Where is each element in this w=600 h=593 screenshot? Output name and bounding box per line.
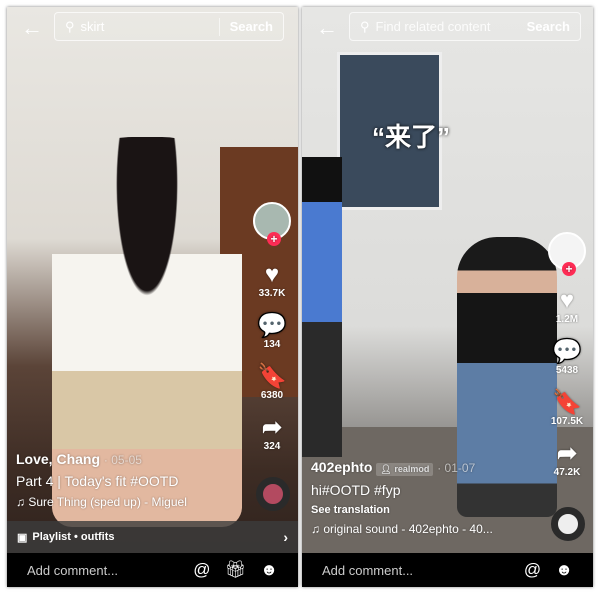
share-button[interactable]: ➦ 47.2K bbox=[547, 440, 587, 479]
like-button[interactable]: ♥ 1.2M bbox=[547, 287, 587, 326]
comment-count: 134 bbox=[263, 339, 281, 350]
comment-button[interactable]: 💬 134 bbox=[252, 312, 292, 351]
share-button[interactable]: ➦ 324 bbox=[252, 414, 292, 453]
like-count: 33.7K bbox=[258, 288, 286, 299]
music-disc[interactable] bbox=[256, 477, 290, 511]
playlist-icon: ▣ bbox=[17, 531, 28, 544]
mention-icon[interactable]: @ bbox=[193, 560, 210, 580]
comment-icon: 💬 bbox=[257, 312, 287, 339]
search-input[interactable]: skirt bbox=[81, 19, 219, 34]
follow-plus-icon[interactable]: + bbox=[267, 232, 281, 246]
search-bar[interactable]: ⚲ skirt Search bbox=[54, 12, 284, 41]
search-icon: ⚲ bbox=[65, 18, 75, 34]
action-rail: + ♥ 33.7K 💬 134 🔖 6380 ➦ 324 bbox=[252, 202, 292, 452]
music-link[interactable]: ♫ original sound - 402ephto - 40... bbox=[311, 522, 493, 536]
action-rail: + ♥ 1.2M 💬 5438 🔖 107.5K ➦ 47.2K bbox=[547, 232, 587, 478]
video-panel-left[interactable]: ← ⚲ skirt Search + ♥ 33.7K 💬 134 🔖 6380 ➦ 32… bbox=[7, 7, 298, 587]
search-button[interactable]: Search bbox=[517, 18, 580, 36]
comment-button[interactable]: 💬 5438 bbox=[547, 338, 587, 377]
heart-icon: ♥ bbox=[264, 261, 280, 288]
post-date: · 01-07 bbox=[437, 461, 476, 475]
comment-bar: Add comment... @ 🎁︎ ☻ bbox=[7, 553, 298, 587]
search-input[interactable]: Find related content bbox=[376, 19, 517, 34]
back-arrow-icon[interactable]: ← bbox=[316, 15, 338, 41]
emoji-icon[interactable]: ☻ bbox=[555, 560, 573, 580]
creator-avatar[interactable]: + bbox=[253, 202, 291, 246]
post-date: · 05-05 bbox=[103, 453, 142, 467]
video-description: hi#OOTD #fyp bbox=[311, 482, 401, 498]
top-bar: ← ⚲ Find related content Search bbox=[302, 12, 593, 42]
bookmark-count: 6380 bbox=[260, 390, 284, 401]
badge-label: realmod bbox=[394, 464, 430, 474]
like-button[interactable]: ♥ 33.7K bbox=[252, 261, 292, 300]
comment-input[interactable]: Add comment... bbox=[27, 563, 179, 578]
creator-avatar[interactable]: + bbox=[548, 232, 586, 276]
comment-count: 5438 bbox=[555, 365, 579, 376]
person-icon: 👤︎ bbox=[380, 464, 392, 474]
video-info: 402ephto 👤︎ realmod · 01-07 hi#OOTD #fyp… bbox=[311, 459, 493, 536]
share-count: 47.2K bbox=[553, 467, 581, 478]
search-icon: ⚲ bbox=[360, 18, 370, 34]
video-info: Love, Chang · 05-05 Part 4 | Today's fit… bbox=[16, 451, 187, 509]
author-name[interactable]: 402ephto 👤︎ realmod · 01-07 bbox=[311, 459, 493, 476]
video-overlay-text: “来了” bbox=[372, 122, 451, 152]
creator-badge: 👤︎ realmod bbox=[376, 463, 434, 476]
mention-icon[interactable]: @ bbox=[524, 560, 541, 580]
bookmark-icon: 🔖 bbox=[552, 389, 582, 416]
heart-icon: ♥ bbox=[559, 287, 575, 314]
follow-plus-icon[interactable]: + bbox=[562, 262, 576, 276]
search-button[interactable]: Search bbox=[218, 17, 283, 36]
author-label[interactable]: Love, Chang bbox=[16, 451, 100, 467]
bookmark-button[interactable]: 🔖 107.5K bbox=[547, 389, 587, 428]
author-name[interactable]: Love, Chang · 05-05 bbox=[16, 451, 187, 467]
video-panel-right[interactable]: “来了” ← ⚲ Find related content Search + ♥… bbox=[302, 7, 593, 587]
comment-bar: Add comment... @ ☻ bbox=[302, 553, 593, 587]
share-icon: ➦ bbox=[261, 414, 283, 441]
see-translation-link[interactable]: See translation bbox=[311, 504, 493, 516]
music-disc[interactable] bbox=[551, 507, 585, 541]
share-icon: ➦ bbox=[556, 440, 578, 467]
share-count: 324 bbox=[263, 441, 281, 452]
comment-input[interactable]: Add comment... bbox=[322, 563, 510, 578]
comment-icon: 💬 bbox=[552, 338, 582, 365]
gift-icon[interactable]: 🎁︎ bbox=[225, 560, 247, 580]
video-description: Part 4 | Today's fit #OOTD bbox=[16, 473, 179, 489]
playlist-bar[interactable]: ▣ Playlist • outfits › bbox=[7, 521, 298, 553]
back-arrow-icon[interactable]: ← bbox=[21, 15, 43, 41]
chevron-right-icon: › bbox=[283, 529, 288, 545]
video-subject-standing bbox=[302, 157, 342, 457]
music-link[interactable]: ♫ Sure Thing (sped up) - Miguel bbox=[16, 495, 187, 509]
bookmark-count: 107.5K bbox=[550, 416, 584, 427]
bookmark-icon: 🔖 bbox=[257, 363, 287, 390]
top-bar: ← ⚲ skirt Search bbox=[7, 12, 298, 42]
emoji-icon[interactable]: ☻ bbox=[260, 560, 278, 580]
playlist-label: Playlist • outfits bbox=[32, 531, 115, 543]
search-bar[interactable]: ⚲ Find related content Search bbox=[349, 12, 581, 41]
like-count: 1.2M bbox=[555, 314, 579, 325]
bookmark-button[interactable]: 🔖 6380 bbox=[252, 363, 292, 402]
author-label[interactable]: 402ephto bbox=[311, 459, 372, 475]
